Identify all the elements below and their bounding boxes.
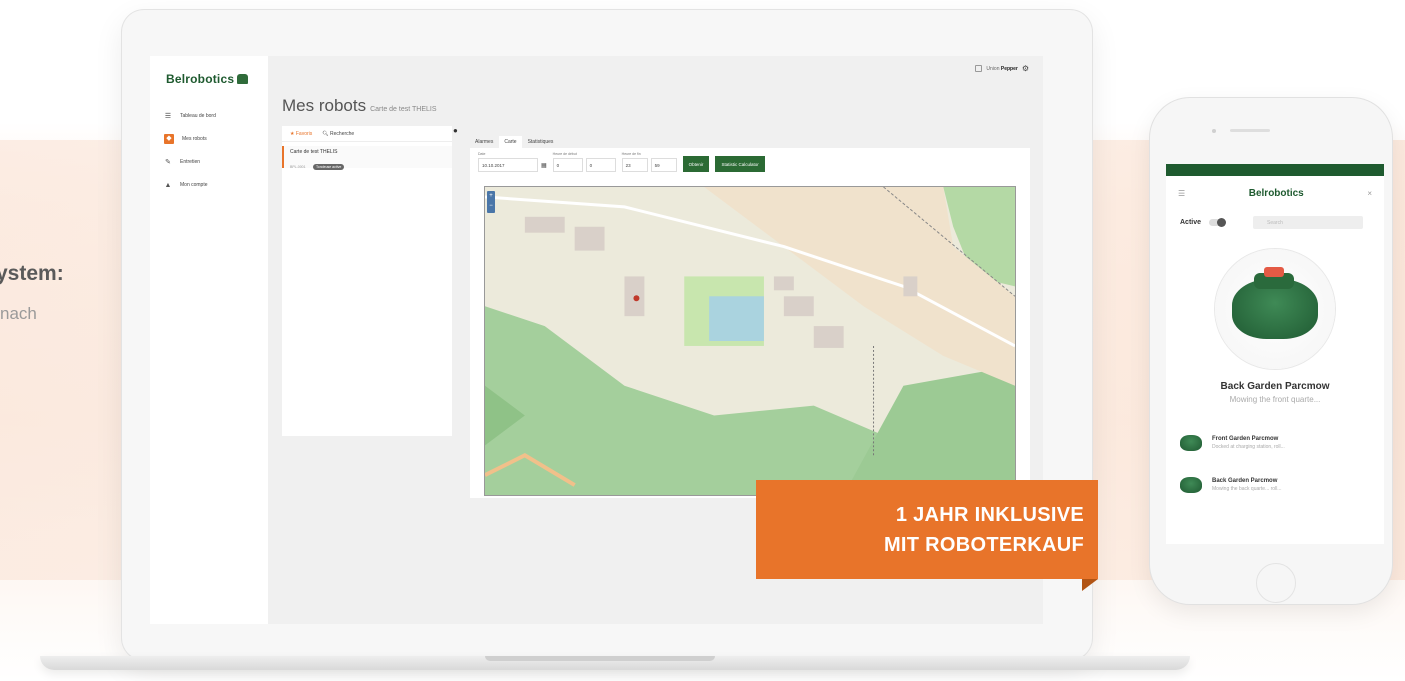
active-label: Active (1180, 219, 1202, 226)
brand-logo-text: Belrobotics (166, 72, 235, 86)
robot-list: Front Garden Parcmow Docked at charging … (1166, 422, 1384, 506)
promo-line-2: MIT ROBOTERKAUF (883, 533, 1084, 556)
robot-image (1215, 249, 1335, 369)
sidebar-footer (190, 596, 230, 602)
start-hour-field[interactable]: 0 (552, 158, 583, 172)
brand-logo[interactable]: Belrobotics (166, 72, 249, 86)
robot-mower-icon (1232, 267, 1318, 339)
status-badge: Tondeuse active (313, 164, 345, 170)
page-title: Mes robots Carte de test THELIS (282, 96, 437, 116)
close-icon[interactable]: × (1367, 189, 1372, 198)
date-group: Date 10.10.2017 ▦ (478, 152, 547, 172)
calendar-icon[interactable]: ▦ (541, 162, 547, 169)
user-menu[interactable]: Union Pepper ⚙ (975, 64, 1029, 73)
marketing-heading: ystem: (0, 262, 64, 285)
phone-header: ☰ Belrobotics × (1166, 176, 1384, 210)
sidebar-item-label: Tableau de bord (180, 113, 216, 119)
menu-icon[interactable]: ☰ (1178, 189, 1185, 198)
marketing-subtext: nach (0, 304, 37, 323)
list-item[interactable]: Back Garden Parcmow Mowing the back quar… (1166, 464, 1384, 506)
current-robot-status: Mowing the front quarte... (1229, 395, 1321, 404)
user-icon: ▲ (164, 181, 172, 189)
tab-search[interactable]: 🔍︎ Recherche (322, 131, 354, 137)
end-time-group: Heure de fin 23 59 (621, 152, 677, 172)
list-tabs: ★ Favoris 🔍︎ Recherche (282, 126, 452, 142)
phone-home-button (1256, 563, 1296, 603)
dashboard-icon: ☰ (164, 113, 172, 120)
sidebar: Belrobotics ☰ Tableau de bord ◆ Mes robo… (150, 56, 268, 624)
sidebar-item-label: Mes robots (182, 136, 207, 142)
sidebar-item-label: Entretien (180, 159, 201, 165)
list-item[interactable]: Front Garden Parcmow Docked at charging … (1166, 422, 1384, 464)
map-detail-panel: Date 10.10.2017 ▦ Heure de début 0 0 Heu… (470, 148, 1030, 498)
gear-icon[interactable]: ⚙ (1022, 64, 1029, 73)
phone-speaker (1212, 128, 1282, 133)
active-toggle[interactable] (1209, 218, 1227, 227)
start-time-group: Heure de début 0 0 (552, 152, 616, 172)
zoom-control[interactable]: + − (487, 191, 495, 213)
map-canvas (485, 187, 1015, 495)
sidebar-item-maintenance[interactable]: ✎ Entretien (160, 152, 260, 172)
start-time-label: Heure de début (552, 152, 577, 156)
sidebar-item-robots[interactable]: ◆ Mes robots (160, 129, 260, 149)
end-minute-field[interactable]: 59 (650, 158, 677, 172)
phone-filter-row: Active Search (1166, 210, 1384, 235)
get-button[interactable]: Obtenir (682, 156, 710, 172)
sidebar-item-label: Mon compte (180, 182, 208, 188)
tab-statistics[interactable]: Statistiques (522, 136, 559, 148)
phone-brand-logo: Belrobotics (1248, 187, 1304, 199)
list-item-name: Front Garden Parcmow (1212, 436, 1279, 442)
date-label: Date (478, 152, 486, 156)
wrench-icon: ✎ (165, 159, 171, 166)
tab-map[interactable]: Carte (499, 136, 522, 148)
statistic-calculator-button[interactable]: Statistic Calculator (715, 156, 765, 172)
current-robot-name: Back Garden Parcmow (1220, 381, 1330, 392)
robot-list-panel: ★ Favoris 🔍︎ Recherche Carte de test THE… (282, 126, 452, 436)
phone-screen: ☰ Belrobotics × Active Search Back Garde… (1166, 164, 1384, 544)
sidebar-item-dashboard[interactable]: ☰ Tableau de bord (160, 106, 260, 126)
user-name: Union Pepper (986, 65, 1018, 72)
list-item-status: Docked at charging station, roll... (1212, 444, 1285, 450)
sidebar-nav: ☰ Tableau de bord ◆ Mes robots ✎ Entreti… (160, 106, 260, 198)
add-icon[interactable]: ● (453, 126, 458, 135)
page-title-text: Mes robots (282, 96, 367, 115)
tab-favorites[interactable]: ★ Favoris (290, 131, 312, 137)
list-item-name: Back Garden Parcmow (1212, 478, 1278, 484)
phone-status-bar (1166, 164, 1384, 176)
sidebar-item-account[interactable]: ▲ Mon compte (160, 175, 260, 195)
marketing-text: ystem: nach (0, 262, 64, 324)
promo-banner: 1 JAHR INKLUSIVE MIT ROBOTERKAUF (756, 480, 1098, 579)
checkbox-icon[interactable] (975, 65, 983, 72)
date-filter-form: Date 10.10.2017 ▦ Heure de début 0 0 Heu… (478, 152, 765, 172)
date-field[interactable]: 10.10.2017 (478, 158, 538, 172)
map-view[interactable]: + − (484, 186, 1016, 496)
tab-alarms[interactable]: Alarmes (470, 136, 499, 148)
start-minute-field[interactable]: 0 (585, 158, 616, 172)
laptop-notch (485, 656, 715, 661)
detail-tabs: Alarmes Carte Statistiques (470, 136, 559, 148)
page-subtitle: Carte de test THELIS (370, 106, 437, 113)
list-item-status: Mowing the back quarte... roll... (1212, 486, 1282, 492)
list-item[interactable]: Carte de test THELIS BPL-0001 Tondeuse a… (282, 146, 452, 170)
promo-line-1: 1 JAHR INKLUSIVE (895, 503, 1084, 526)
robot-mower-icon (1180, 477, 1202, 493)
robot-logo-icon (237, 74, 249, 84)
end-time-label: Heure de fin (621, 152, 641, 156)
robot-icon: ◆ (164, 134, 174, 144)
phone-search-input[interactable]: Search (1253, 216, 1364, 229)
promo-banner-fold (1082, 579, 1098, 591)
list-item-meta: BPL-0001 (290, 165, 306, 169)
end-hour-field[interactable]: 23 (621, 158, 648, 172)
robot-mower-icon (1180, 435, 1202, 451)
